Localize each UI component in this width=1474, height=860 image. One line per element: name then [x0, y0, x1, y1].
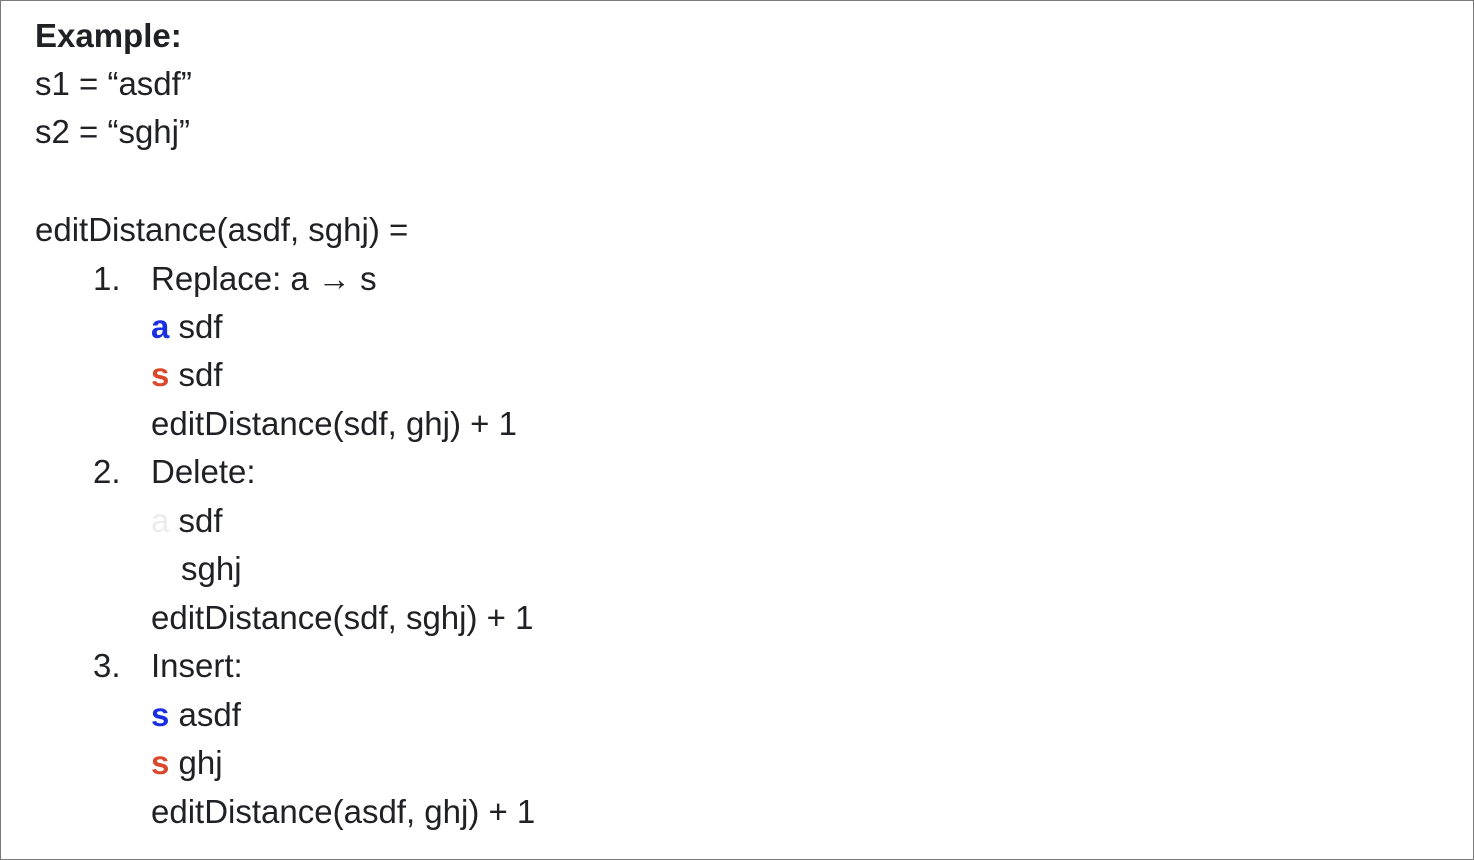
step-3-row-1: s asdf: [151, 696, 241, 734]
replace-target-char: s: [151, 356, 170, 393]
step-3-result: editDistance(asdf, ghj) + 1: [151, 793, 536, 830]
s2-definition: s2 = “sghj”: [35, 113, 190, 150]
step-2-result: editDistance(sdf, sghj) + 1: [151, 599, 534, 636]
step-2-number: 2.: [93, 453, 121, 490]
step-3-row-2-rest: ghj: [169, 744, 223, 781]
step-2-row-2: sghj: [181, 550, 242, 588]
deleted-char: a: [151, 502, 170, 539]
step-2-row-1: a sdf: [151, 502, 223, 540]
replace-source-char: a: [151, 308, 170, 345]
step-1-row-1-rest: sdf: [169, 308, 223, 345]
step-2-row-2-rest: sghj: [181, 550, 242, 587]
step-1-title: Replace: a → s: [151, 260, 377, 297]
step-3-title: Insert:: [151, 647, 243, 684]
step-3-row-2: s ghj: [151, 744, 223, 782]
inserted-char: s: [151, 696, 170, 733]
step-1-row-2-rest: sdf: [169, 356, 223, 393]
step-1-result: editDistance(sdf, ghj) + 1: [151, 405, 517, 442]
s1-definition: s1 = “asdf”: [35, 65, 192, 102]
step-2-title: Delete:: [151, 453, 256, 490]
example-heading: Example:: [35, 17, 182, 54]
step-3-row-1-rest: asdf: [169, 696, 241, 733]
step-3-number: 3.: [93, 647, 121, 684]
step-1-row-1: a sdf: [151, 308, 223, 346]
step-1-row-2: s sdf: [151, 356, 223, 394]
step-2-row-1-rest: sdf: [169, 502, 223, 539]
step-1-number: 1.: [93, 260, 121, 297]
edit-distance-call: editDistance(asdf, sghj) =: [35, 211, 409, 248]
matched-char: s: [151, 744, 170, 781]
